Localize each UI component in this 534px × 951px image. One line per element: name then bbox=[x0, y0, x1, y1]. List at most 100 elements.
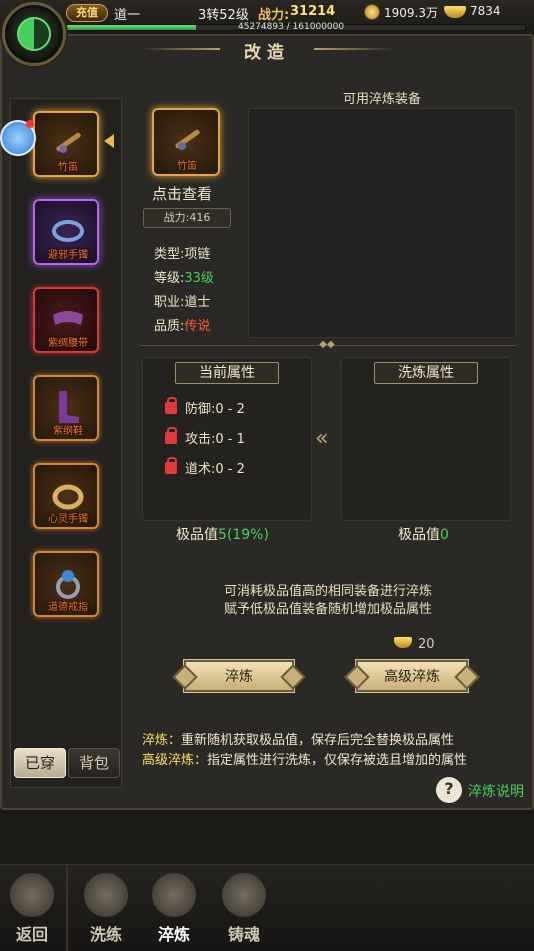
quench-button[interactable]: 淬炼 bbox=[184, 660, 294, 692]
job-value: 道士 bbox=[184, 295, 211, 310]
bracelet-icon bbox=[52, 484, 84, 510]
advanced-quench-button[interactable]: 高级淬炼 bbox=[356, 660, 468, 692]
selected-arrow-icon bbox=[104, 134, 114, 148]
note-advanced: 高级淬炼：指定属性进行洗炼，仅保存被选且增加的属性 bbox=[142, 749, 467, 768]
equip-slot-1[interactable]: 竹笛 bbox=[33, 111, 99, 177]
item-job-row: 职业:道士 bbox=[154, 291, 210, 310]
lock-icon[interactable] bbox=[165, 427, 177, 444]
hammer-icon bbox=[152, 873, 196, 917]
equip-name: 心灵手镯 bbox=[48, 514, 88, 525]
grade-label: 极品值 bbox=[176, 527, 218, 543]
grade-value: 5(19%) bbox=[218, 527, 269, 543]
quality-label: 品质: bbox=[154, 319, 185, 334]
nav-quench[interactable]: 淬炼 bbox=[144, 873, 204, 949]
nav-wash[interactable]: 洗练 bbox=[76, 873, 136, 949]
tab-bag[interactable]: 背包 bbox=[68, 748, 120, 778]
note-key: 淬炼： bbox=[142, 733, 182, 748]
equipment-sidebar: 竹笛 避邪手镯 紫绸腰带 紫纲鞋 心灵手镯 道德戒指 bbox=[10, 98, 122, 788]
nav-label: 淬炼 bbox=[157, 925, 190, 944]
player-name: 道一 bbox=[114, 8, 141, 23]
equip-name: 竹笛 bbox=[58, 162, 78, 173]
tab-worn[interactable]: 已穿 bbox=[14, 748, 66, 778]
description-line-2: 赋予低极品值装备随机增加极品属性 bbox=[223, 602, 432, 617]
note-quench: 淬炼：重新随机获取极品值，保存后完全替换极品属性 bbox=[142, 729, 454, 748]
lock-icon[interactable] bbox=[165, 397, 177, 414]
current-attributes-box: 当前属性 防御:0 - 2 攻击:0 - 1 道术:0 - 2 bbox=[142, 357, 312, 521]
power-label: 战力: bbox=[258, 8, 290, 23]
current-item-slot[interactable]: 竹笛 bbox=[152, 108, 220, 176]
help-link[interactable]: 淬炼说明 bbox=[468, 781, 524, 801]
sword-icon bbox=[84, 873, 128, 917]
double-arrow-left-icon: « bbox=[315, 426, 329, 451]
bottom-nav: 返回 洗练 淬炼 铸魂 bbox=[0, 864, 534, 951]
quality-value: 传说 bbox=[184, 319, 211, 334]
level-label: 等级: bbox=[154, 271, 185, 286]
advanced-cost: 20 bbox=[418, 637, 435, 652]
item-quality-row: 品质:传说 bbox=[154, 315, 210, 334]
exp-bar-fill bbox=[67, 25, 196, 30]
belt-icon bbox=[53, 311, 83, 325]
equip-name: 紫绸腰带 bbox=[48, 338, 88, 349]
avatar[interactable] bbox=[2, 2, 66, 66]
attribute-text: 攻击:0 - 1 bbox=[185, 432, 245, 447]
available-equipment-title: 可用淬炼装备 bbox=[342, 92, 421, 107]
available-equipment-list[interactable] bbox=[248, 108, 516, 338]
grade-label: 极品值 bbox=[398, 527, 440, 543]
attribute-text: 道术:0 - 2 bbox=[185, 462, 245, 477]
recharge-button[interactable]: 充值 bbox=[66, 4, 108, 22]
coin-icon bbox=[364, 4, 380, 20]
back-arrow-icon bbox=[10, 873, 54, 917]
wash-attributes-box: 洗炼属性 bbox=[341, 357, 511, 521]
attribute-line: 防御:0 - 2 bbox=[165, 397, 245, 417]
note-key: 高级淬炼： bbox=[142, 753, 208, 768]
item-type-row: 类型:项链 bbox=[154, 243, 210, 262]
wash-attributes-title: 洗炼属性 bbox=[374, 362, 478, 384]
equip-name: 道德戒指 bbox=[48, 602, 88, 613]
player-level: 3转52级 bbox=[198, 8, 249, 23]
floating-assistant-icon[interactable] bbox=[0, 120, 36, 156]
current-grade: 极品值5(19%) bbox=[176, 524, 269, 544]
job-label: 职业: bbox=[154, 295, 185, 310]
flute-icon bbox=[56, 132, 81, 153]
attribute-text: 防御:0 - 2 bbox=[185, 402, 245, 417]
note-text: 指定属性进行洗炼，仅保存被选且增加的属性 bbox=[207, 753, 468, 768]
type-label: 类型: bbox=[154, 247, 185, 262]
equip-slot-5[interactable]: 心灵手镯 bbox=[33, 463, 99, 529]
power-value: 31214 bbox=[290, 4, 336, 19]
attribute-line: 道术:0 - 2 bbox=[165, 457, 245, 477]
soul-icon bbox=[222, 873, 266, 917]
flute-icon bbox=[175, 129, 200, 150]
current-attributes-title: 当前属性 bbox=[175, 362, 279, 384]
lock-icon[interactable] bbox=[165, 457, 177, 474]
wash-grade: 极品值0 bbox=[398, 524, 449, 544]
coin-value: 1909.3万 bbox=[384, 6, 438, 20]
nav-label: 铸魂 bbox=[227, 925, 260, 944]
nav-soul[interactable]: 铸魂 bbox=[214, 873, 274, 949]
boots-icon bbox=[59, 391, 79, 423]
grade-value: 0 bbox=[440, 527, 449, 543]
attribute-line: 攻击:0 - 1 bbox=[165, 427, 245, 447]
equip-name: 避邪手镯 bbox=[48, 250, 88, 261]
equip-slot-3[interactable]: 紫绸腰带 bbox=[33, 287, 99, 353]
exp-text: 45274893 / 161000000 bbox=[238, 22, 345, 32]
equip-slot-2[interactable]: 避邪手镯 bbox=[33, 199, 99, 265]
yinyang-icon bbox=[17, 17, 51, 51]
equip-slot-6[interactable]: 道德戒指 bbox=[33, 551, 99, 617]
ingot-value: 7834 bbox=[470, 4, 501, 18]
type-value: 项链 bbox=[184, 247, 211, 262]
nav-back[interactable]: 返回 bbox=[2, 873, 62, 949]
nav-label: 返回 bbox=[15, 925, 48, 944]
page-title: 改造 bbox=[244, 43, 290, 63]
equip-slot-4[interactable]: 紫纲鞋 bbox=[33, 375, 99, 441]
nav-label: 洗练 bbox=[89, 925, 122, 944]
item-power: 战力:416 bbox=[143, 208, 231, 228]
level-value: 33级 bbox=[184, 271, 214, 286]
click-view-label[interactable]: 点击查看 bbox=[152, 183, 212, 204]
help-icon[interactable]: ? bbox=[436, 777, 462, 803]
item-level-row: 等级:33级 bbox=[154, 267, 214, 286]
bracelet-icon bbox=[52, 220, 84, 242]
item-name: 竹笛 bbox=[177, 161, 197, 172]
ring-icon bbox=[56, 570, 80, 599]
equip-name: 紫纲鞋 bbox=[53, 426, 83, 437]
nav-separator bbox=[66, 865, 68, 951]
